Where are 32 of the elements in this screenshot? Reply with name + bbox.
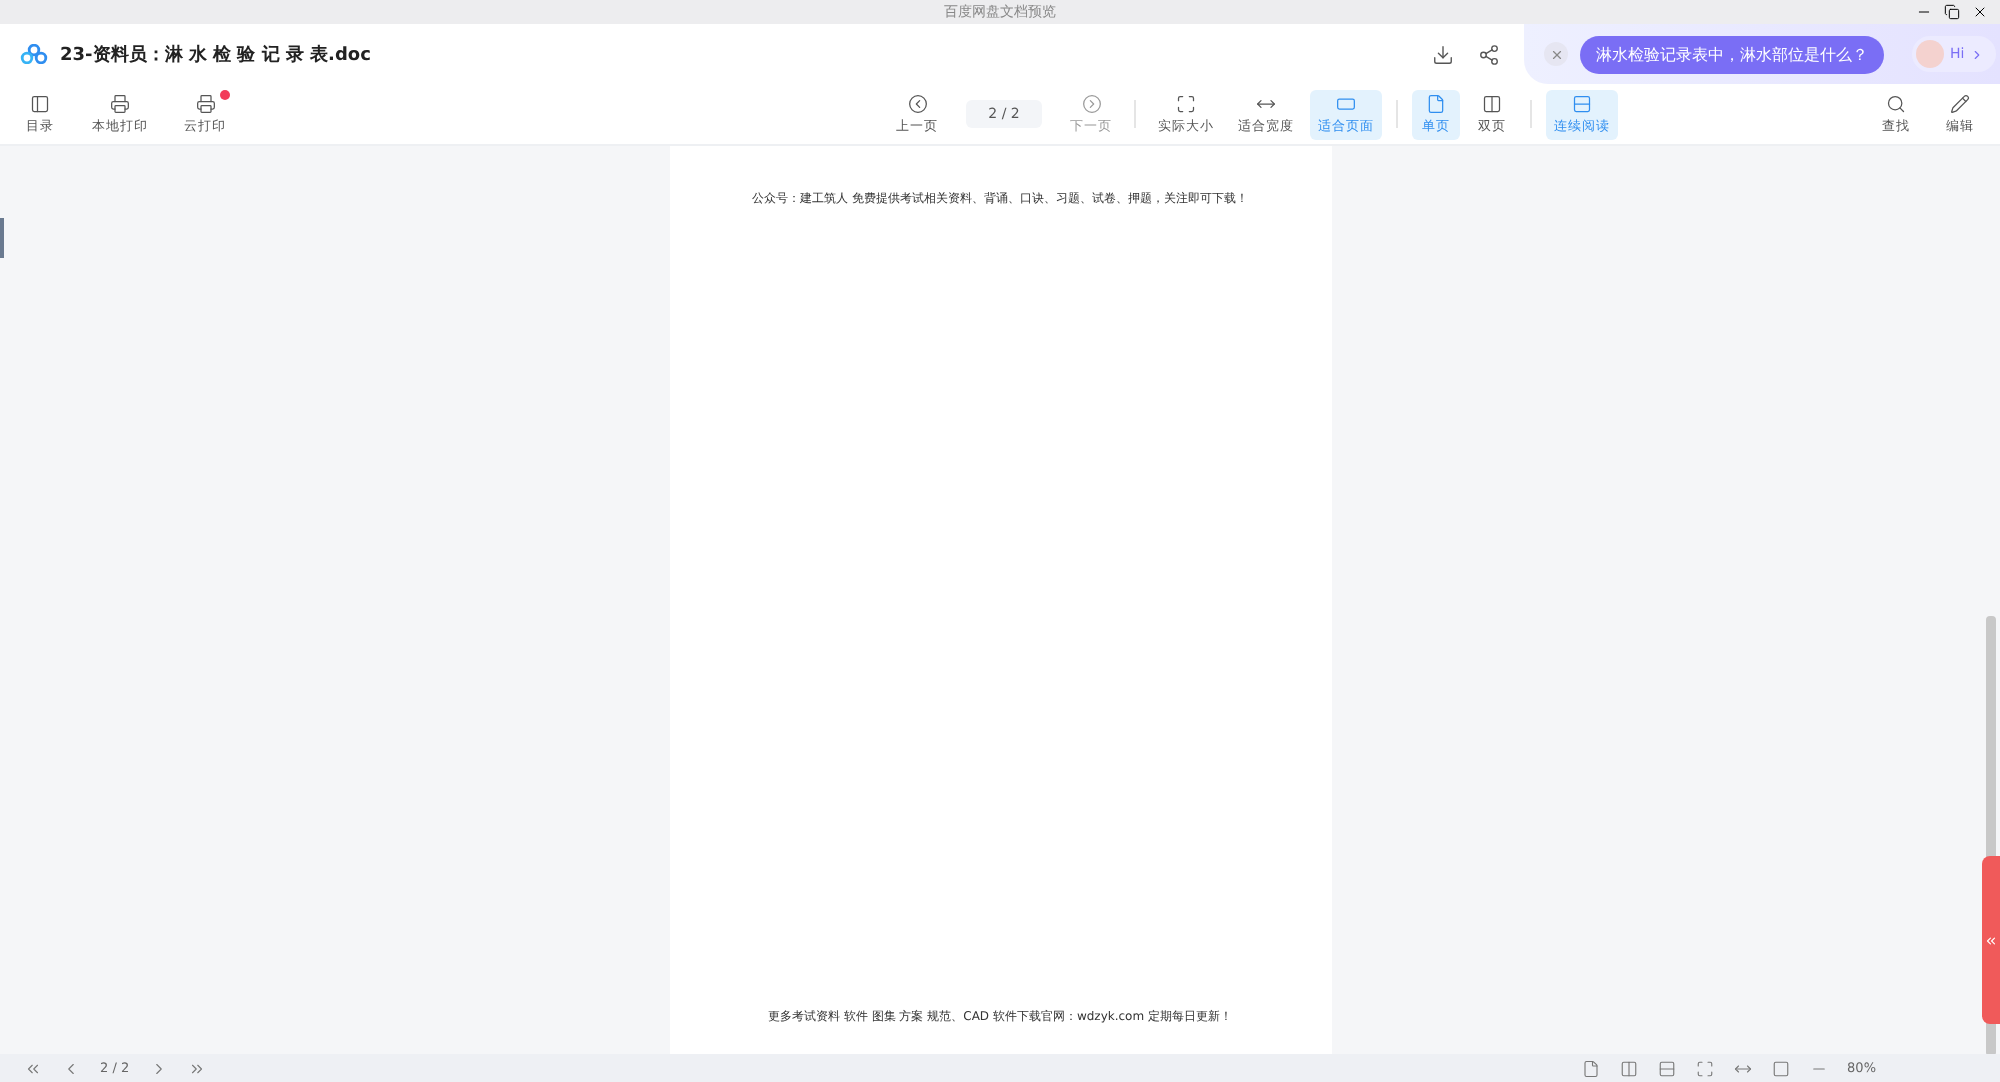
close-button[interactable] xyxy=(1544,42,1568,66)
horizontal-arrows-icon[interactable] xyxy=(1733,1059,1752,1077)
close-icon xyxy=(1549,47,1563,61)
circle-left-icon[interactable] xyxy=(907,93,927,113)
frame-icon[interactable] xyxy=(1176,93,1196,113)
search-icon[interactable] xyxy=(1886,93,1906,113)
restore-icon[interactable] xyxy=(1944,4,1960,20)
last-page-icon[interactable] xyxy=(187,1059,206,1077)
previous-icon[interactable] xyxy=(62,1059,80,1077)
page-icon[interactable] xyxy=(1581,1059,1600,1077)
avatar-icon xyxy=(1916,40,1944,68)
cloud-logo-icon xyxy=(20,44,48,64)
file-name: 23-资料员：淋 水 检 验 记 录 表.doc xyxy=(60,42,373,67)
sidebar-icon[interactable] xyxy=(30,93,50,113)
rectangle-icon[interactable] xyxy=(1771,1059,1790,1077)
share-icon[interactable] xyxy=(1478,43,1500,65)
rectangle-icon[interactable] xyxy=(1336,93,1356,113)
question-button[interactable]: 淋水检验记录表中，淋水部位是什么？ xyxy=(1580,35,1884,73)
two-columns-icon[interactable] xyxy=(1619,1059,1638,1077)
close-icon[interactable] xyxy=(1972,4,1988,20)
frame-icon[interactable] xyxy=(1695,1059,1714,1077)
printer-icon[interactable] xyxy=(110,93,130,113)
two-rows-icon[interactable] xyxy=(1572,93,1592,113)
printer-icon[interactable] xyxy=(195,93,215,113)
pencil-icon[interactable] xyxy=(1950,93,1970,113)
double-chevron-left-icon xyxy=(1984,933,1998,947)
chevron-right-icon xyxy=(1970,47,1985,61)
first-page-icon[interactable] xyxy=(24,1059,42,1077)
two-columns-icon[interactable] xyxy=(1482,93,1502,113)
page-icon[interactable] xyxy=(1426,93,1446,113)
download-icon[interactable] xyxy=(1432,43,1454,65)
two-rows-icon[interactable] xyxy=(1657,1059,1676,1077)
